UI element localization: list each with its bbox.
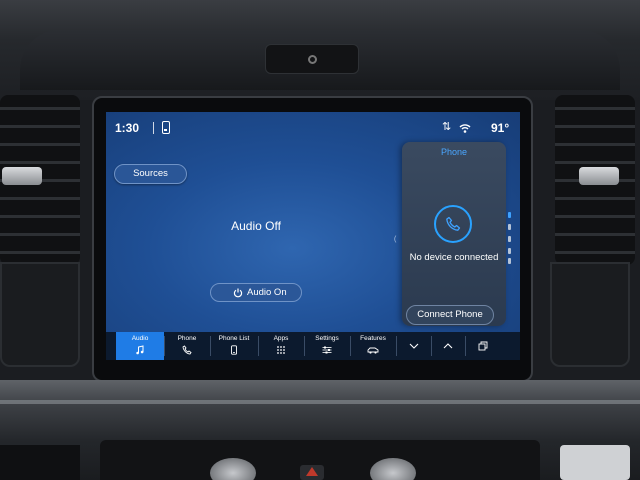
nav-item-label: Audio	[131, 335, 149, 342]
phone-icon	[446, 216, 461, 231]
signal-icon: ⇅	[442, 121, 452, 133]
camera-lens	[308, 55, 317, 64]
bottom-nav-bar: Audio Phone Phone List Apps Settings Fea…	[106, 332, 520, 360]
outside-temperature: 91°	[491, 121, 510, 135]
power-icon	[233, 288, 243, 298]
phone-icon	[182, 345, 192, 355]
nav-item-label: Apps	[273, 335, 289, 342]
chevron-down-icon	[409, 343, 419, 349]
lower-vent	[0, 445, 80, 480]
nav-item-label: Settings	[315, 335, 339, 342]
chevron-up-button[interactable]	[432, 332, 464, 360]
phone-list-icon	[231, 345, 237, 355]
hvac-knob-right	[370, 458, 416, 480]
infotainment-screen: 1:30 ⇅ 91° Sources Audio Off Audio On ( …	[106, 112, 520, 360]
chevron-down-button[interactable]	[398, 332, 430, 360]
sources-button[interactable]: Sources	[114, 164, 187, 184]
hvac-knob-left	[210, 458, 256, 480]
status-separator	[153, 122, 154, 134]
vent-adjust-knob	[2, 167, 42, 185]
phone-icon-circle[interactable]	[434, 205, 472, 243]
camera-pod	[265, 44, 359, 74]
music-note-icon	[136, 345, 144, 355]
screen-glare-mark: (	[394, 236, 397, 243]
apps-grid-icon	[277, 346, 285, 354]
hazard-button	[300, 465, 324, 480]
panel-scroll-indicator[interactable]	[508, 212, 511, 264]
connect-phone-button[interactable]: Connect Phone	[406, 305, 494, 325]
nav-item-label: Features	[360, 335, 386, 342]
phone-panel: Phone No device connected Connect Phone	[402, 142, 506, 326]
no-device-text: No device connected	[409, 252, 499, 263]
clock: 1:30	[115, 121, 140, 135]
status-bar: 1:30 ⇅ 91°	[106, 112, 520, 144]
window-stack-button[interactable]	[466, 332, 500, 360]
vent-adjust-knob	[579, 167, 619, 185]
nav-item-apps[interactable]: Apps	[258, 332, 304, 360]
window-stack-icon	[478, 341, 488, 351]
nav-item-audio[interactable]: Audio	[116, 332, 164, 360]
nav-item-phone-list[interactable]: Phone List	[210, 332, 258, 360]
audio-on-button[interactable]: Audio On	[210, 283, 302, 302]
air-vent-left	[0, 95, 80, 265]
dashboard-trim-line	[0, 400, 640, 404]
dash-panel-right	[550, 262, 630, 367]
audio-status-text: Audio Off	[231, 219, 281, 233]
phone-status-icon	[162, 121, 170, 134]
nav-item-label: Phone List	[218, 335, 250, 342]
car-icon	[367, 347, 379, 354]
phone-panel-title[interactable]: Phone	[402, 147, 506, 157]
nav-item-label: Phone	[177, 335, 197, 342]
dash-panel-left	[0, 262, 80, 367]
sliders-icon	[322, 346, 332, 354]
dash-switch-block	[560, 445, 630, 480]
nav-item-phone[interactable]: Phone	[164, 332, 210, 360]
nav-item-features[interactable]: Features	[350, 332, 396, 360]
air-vent-right	[555, 95, 635, 265]
wifi-icon	[459, 124, 471, 133]
chevron-up-icon	[443, 343, 453, 349]
nav-item-settings[interactable]: Settings	[304, 332, 350, 360]
audio-on-label: Audio On	[247, 287, 287, 298]
